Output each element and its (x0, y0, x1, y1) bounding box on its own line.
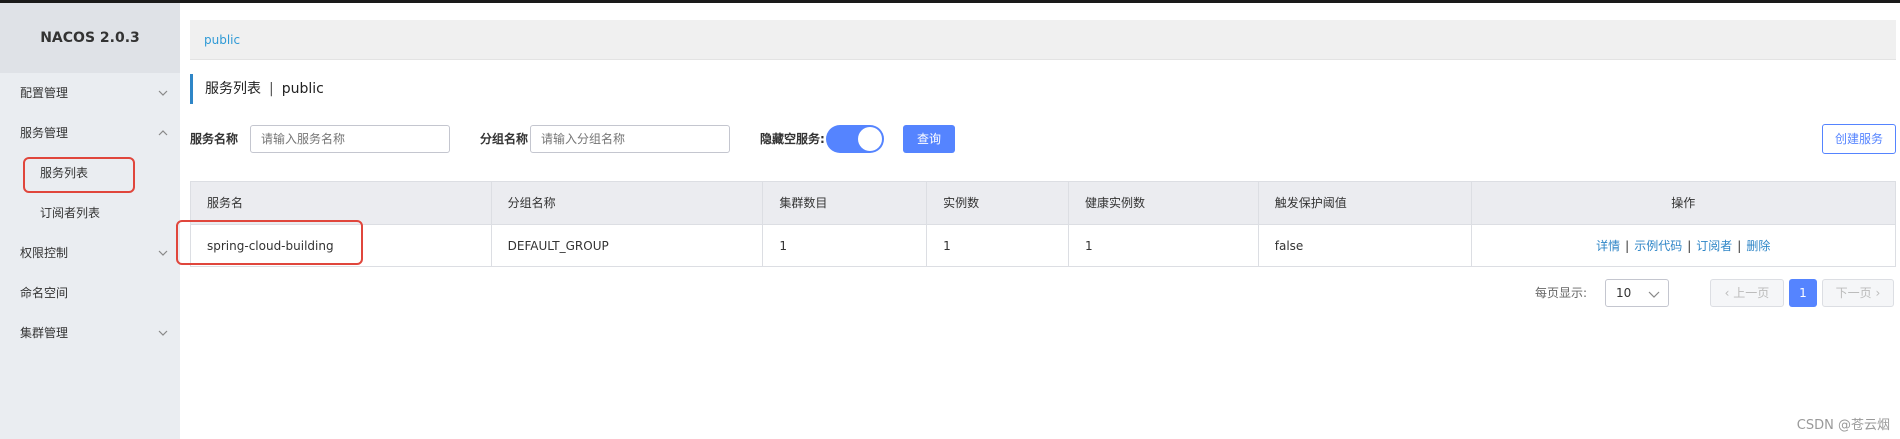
sidebar-item-label: 配置管理 (20, 86, 69, 100)
next-page-button[interactable]: 下一页 › (1822, 279, 1894, 307)
create-service-button[interactable]: 创建服务 (1822, 124, 1896, 154)
main-content: public 服务列表 | public 服务名称 分组名称 隐藏空服务: 查询 创… (180, 3, 1900, 439)
ops-separator: | (1625, 239, 1630, 253)
sidebar-item-label: 命名空间 (20, 286, 69, 300)
page-title: 服务列表 | public (190, 74, 324, 104)
header-service-name: 服务名 (191, 182, 492, 224)
sidebar-item-label: 订阅者列表 (40, 206, 101, 220)
cell-group-name: DEFAULT_GROUP (492, 225, 764, 266)
sidebar-item-label: 权限控制 (20, 246, 69, 260)
cell-protect-threshold: false (1259, 225, 1472, 266)
filter-bar: 服务名称 分组名称 隐藏空服务: 查询 创建服务 (190, 122, 1896, 156)
group-name-label: 分组名称 (480, 132, 529, 146)
cell-service-name: spring-cloud-building (191, 225, 492, 266)
header-group-name: 分组名称 (492, 182, 764, 224)
group-name-input[interactable] (530, 125, 730, 153)
ops-separator: | (1737, 239, 1742, 253)
table-row: spring-cloud-building DEFAULT_GROUP 1 1 … (191, 224, 1895, 266)
prev-page-label: 上一页 (1733, 286, 1770, 300)
chevron-down-icon (158, 313, 168, 353)
sidebar-item-service-list[interactable]: 服务列表 (0, 153, 180, 193)
sidebar-item-service-mgmt[interactable]: 服务管理 (0, 113, 180, 153)
service-table: 服务名 分组名称 集群数目 实例数 健康实例数 触发保护阈值 操作 spring… (190, 181, 1896, 267)
ops-separator: | (1687, 239, 1692, 253)
chevron-down-icon (158, 233, 168, 273)
page-size-value: 10 (1616, 286, 1632, 300)
header-actions: 操作 (1671, 196, 1696, 210)
sidebar-item-config[interactable]: 配置管理 (0, 73, 180, 113)
header-protect-threshold: 触发保护阈值 (1259, 182, 1472, 224)
page-number-current[interactable]: 1 (1789, 279, 1817, 307)
cell-actions: 详情 | 示例代码 | 订阅者 | 删除 (1472, 225, 1895, 266)
cell-instance-count: 1 (927, 225, 1069, 266)
sidebar: NACOS 2.0.3 配置管理 服务管理 服务列表 订阅者列表 权限控制 命名… (0, 3, 180, 439)
pagination: 每页显示: 10 ‹ 上一页 1 下一页 › (1474, 279, 1894, 307)
subscribers-link[interactable]: 订阅者 (1696, 239, 1732, 253)
watermark: CSDN @苍云烟 (1796, 418, 1890, 433)
chevron-left-icon: ‹ (1724, 286, 1734, 300)
sidebar-item-permissions[interactable]: 权限控制 (0, 233, 180, 273)
next-page-label: 下一页 (1835, 286, 1872, 300)
table-header: 服务名 分组名称 集群数目 实例数 健康实例数 触发保护阈值 操作 (191, 182, 1895, 224)
header-healthy-count: 健康实例数 (1069, 182, 1259, 224)
cell-cluster-count: 1 (763, 225, 928, 266)
chevron-right-icon: › (1871, 286, 1881, 300)
chevron-down-icon (1648, 280, 1660, 306)
sidebar-item-namespace[interactable]: 命名空间 (0, 273, 180, 313)
per-page-label: 每页显示: (1534, 286, 1587, 300)
sidebar-item-label: 服务管理 (20, 126, 69, 140)
sidebar-item-label: 集群管理 (20, 326, 69, 340)
hide-empty-toggle[interactable] (826, 125, 884, 153)
sample-code-link[interactable]: 示例代码 (1634, 239, 1682, 253)
app-logo: NACOS 2.0.3 (0, 3, 180, 73)
header-cluster-count: 集群数目 (763, 182, 928, 224)
page-title-separator: | (269, 81, 274, 97)
header-instance-count: 实例数 (927, 182, 1069, 224)
chevron-up-icon (158, 113, 168, 153)
hide-empty-label: 隐藏空服务: (760, 132, 825, 146)
detail-link[interactable]: 详情 (1596, 239, 1620, 253)
prev-page-button[interactable]: ‹ 上一页 (1710, 279, 1784, 307)
delete-link[interactable]: 删除 (1746, 239, 1770, 253)
breadcrumb-namespace-link[interactable]: public (204, 33, 240, 47)
page-size-select[interactable]: 10 (1605, 279, 1669, 307)
service-name-label: 服务名称 (190, 132, 239, 146)
sidebar-item-cluster[interactable]: 集群管理 (0, 313, 180, 353)
page-title-text: 服务列表 (205, 81, 261, 97)
cell-healthy-count: 1 (1069, 225, 1259, 266)
chevron-down-icon (158, 73, 168, 113)
toggle-knob (858, 127, 882, 151)
query-button[interactable]: 查询 (903, 125, 955, 153)
breadcrumb: public (190, 20, 1896, 60)
service-name-input[interactable] (250, 125, 450, 153)
page-title-namespace: public (281, 81, 324, 97)
sidebar-item-subscribers[interactable]: 订阅者列表 (0, 193, 180, 233)
sidebar-item-label: 服务列表 (40, 166, 89, 180)
